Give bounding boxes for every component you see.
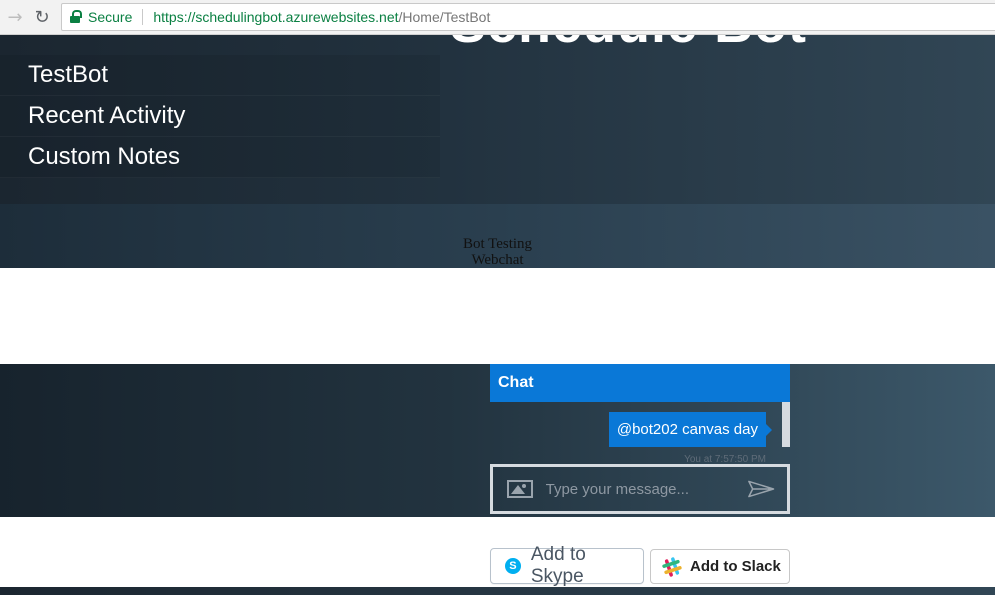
- message-input[interactable]: [543, 473, 747, 505]
- chat-header: Chat: [490, 364, 790, 402]
- side-menu: TestBot Recent Activity Custom Notes: [0, 55, 440, 178]
- webchat-section: Chat @bot202 canvas day You at 7:57:50 P…: [0, 364, 995, 517]
- address-divider: [142, 9, 144, 25]
- user-message-bubble: @bot202 canvas day: [608, 412, 773, 447]
- menu-item-custom-notes[interactable]: Custom Notes: [0, 137, 440, 178]
- subheader-band: Bot Testing Webchat: [0, 204, 995, 268]
- back-arrow-icon[interactable]: →: [4, 6, 26, 28]
- content-spacer: [0, 268, 995, 364]
- slack-icon: [662, 556, 682, 577]
- browser-toolbar: → ↻ Secure https://schedulingbot.azurewe…: [0, 0, 995, 35]
- add-to-skype-button[interactable]: S Add to Skype: [490, 544, 644, 587]
- menu-item-testbot[interactable]: TestBot: [0, 55, 440, 96]
- add-to-slack-prefix: Add to: [690, 558, 742, 575]
- menu-item-recent-activity[interactable]: Recent Activity: [0, 96, 440, 137]
- message-scrollbar[interactable]: [782, 402, 790, 447]
- footer-strip: [0, 587, 995, 595]
- url-path: /Home/TestBot: [398, 9, 491, 25]
- add-to-skype-label: Add to Skype: [530, 544, 586, 587]
- message-list: @bot202 canvas day You at 7:57:50 PM: [490, 402, 790, 465]
- page-title: Schedule Bot: [450, 35, 807, 55]
- lock-icon: [70, 10, 82, 24]
- message-composer: [490, 464, 790, 514]
- page-header: Schedule Bot TestBot Recent Activity Cus…: [0, 35, 995, 204]
- webchat-panel: Chat @bot202 canvas day You at 7:57:50 P…: [490, 364, 790, 517]
- secure-label: Secure: [88, 9, 133, 25]
- caption-line-2: Webchat: [471, 252, 524, 268]
- image-upload-icon[interactable]: [507, 480, 533, 498]
- add-to-slack-brand: Slack: [741, 558, 781, 575]
- reload-icon[interactable]: ↻: [31, 6, 53, 28]
- url-host: https://schedulingbot.azurewebsites.net: [153, 9, 399, 25]
- add-to-slack-label: Add to Slack: [690, 558, 781, 575]
- add-to-slack-button[interactable]: Add to Slack: [650, 549, 790, 584]
- send-icon[interactable]: [747, 479, 775, 499]
- caption-line-1: Bot Testing: [462, 236, 533, 252]
- section-caption: Bot Testing Webchat: [0, 236, 995, 268]
- skype-icon: S: [505, 558, 521, 574]
- address-bar[interactable]: Secure https://schedulingbot.azurewebsit…: [61, 3, 995, 31]
